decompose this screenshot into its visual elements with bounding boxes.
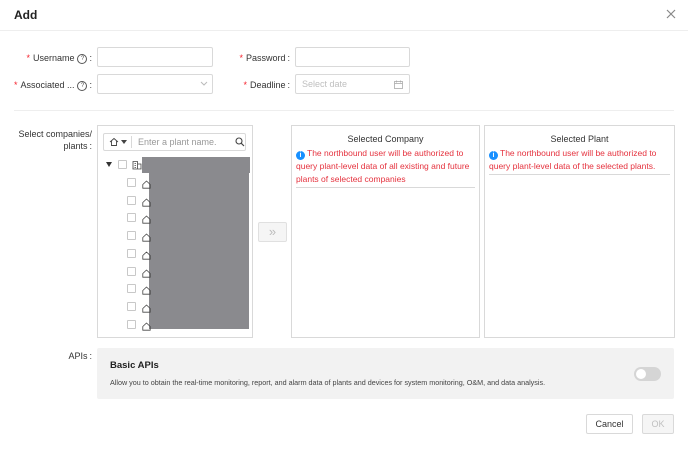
form-divider <box>14 110 674 111</box>
deadline-label-group: * Deadline: <box>243 80 290 90</box>
selected-company-title: Selected Company <box>347 134 424 144</box>
plant-search-box[interactable]: Enter a plant name. <box>103 133 246 151</box>
help-icon[interactable]: ? <box>77 80 88 91</box>
tree-plant-checkbox[interactable] <box>127 178 136 187</box>
associated-label-group: * Associated ...?: <box>13 80 92 91</box>
transfer-right-button[interactable]: » <box>258 222 287 242</box>
panel-divider <box>296 187 475 188</box>
tree-expand-icon[interactable] <box>106 162 112 167</box>
plant-icon <box>142 268 151 278</box>
info-icon: i <box>296 151 305 160</box>
toggle-knob <box>636 369 646 379</box>
help-icon[interactable]: ? <box>77 53 88 64</box>
selected-company-panel: Selected Company i The northbound user wi… <box>291 125 480 338</box>
home-icon[interactable] <box>109 137 119 147</box>
header-divider <box>0 30 688 31</box>
plant-icon <box>142 180 151 189</box>
cancel-button[interactable]: Cancel <box>586 414 633 434</box>
plant-icon <box>142 251 151 260</box>
plant-icon <box>142 215 151 224</box>
tree-root-checkbox[interactable] <box>118 160 127 169</box>
selected-plant-panel: Selected Plant i The northbound user will… <box>484 125 675 338</box>
tree-plant-checkbox[interactable] <box>127 231 136 241</box>
username-label: Username <box>32 53 75 63</box>
password-label: Password <box>245 53 286 63</box>
tree-plant-checkbox[interactable] <box>127 266 136 276</box>
username-field[interactable] <box>97 47 213 67</box>
plant-icon <box>142 286 151 295</box>
deadline-label: Deadline <box>249 80 286 90</box>
tree-plant-checkbox[interactable] <box>127 213 136 223</box>
chevron-down-icon <box>200 81 208 86</box>
required-mark: * <box>243 80 247 90</box>
username-label-group: * Username?: <box>26 53 92 64</box>
dialog-title: Add <box>14 8 38 22</box>
basic-apis-card: Basic APIs Allow you to obtain the real-… <box>97 348 674 399</box>
tree-plant-checkbox[interactable] <box>127 284 136 294</box>
password-label-group: * Password: <box>239 53 290 63</box>
plant-icon <box>142 233 151 242</box>
deadline-placeholder: Select date <box>302 79 348 89</box>
ok-button[interactable]: OK <box>642 414 674 434</box>
selected-company-message: i The northbound user will be authorized … <box>296 148 470 184</box>
search-icon[interactable] <box>235 137 245 147</box>
plant-tree-panel: Enter a plant name. <box>97 125 253 338</box>
select-label-line2: plants: <box>63 141 92 151</box>
panel-divider <box>489 174 670 175</box>
plant-icon <box>142 198 151 207</box>
tree-plant-checkbox[interactable] <box>127 195 136 205</box>
tree-plant-checkbox[interactable] <box>127 319 136 329</box>
associated-label: Associated ... <box>20 80 75 90</box>
tree-plant-checkbox[interactable] <box>127 248 136 258</box>
selected-plant-message: i The northbound user will be authorized … <box>489 148 657 171</box>
select-label: Select companies/ plants: <box>10 128 92 152</box>
deadline-date-picker[interactable]: Select date <box>295 74 410 94</box>
masked-company-name <box>142 157 250 173</box>
apis-label: APIs: <box>68 351 92 361</box>
select-label-line1: Select companies/ <box>18 129 92 139</box>
plant-search-placeholder: Enter a plant name. <box>138 137 217 147</box>
password-field[interactable] <box>295 47 410 67</box>
tree-plant-checkbox[interactable] <box>127 301 136 311</box>
company-icon <box>132 161 142 170</box>
required-mark: * <box>26 53 30 63</box>
caret-down-icon[interactable] <box>121 140 127 144</box>
basic-apis-toggle[interactable] <box>634 367 661 381</box>
plant-icon <box>142 304 151 313</box>
basic-apis-description: Allow you to obtain the real-time monito… <box>110 378 546 387</box>
close-icon[interactable] <box>664 7 678 21</box>
basic-apis-title: Basic APIs <box>110 360 159 371</box>
required-mark: * <box>239 53 243 63</box>
selected-plant-title: Selected Plant <box>550 134 609 144</box>
info-icon: i <box>489 151 498 160</box>
calendar-icon <box>394 80 403 89</box>
required-mark: * <box>13 80 18 90</box>
plant-icon <box>142 322 151 331</box>
masked-plant-names <box>149 173 249 329</box>
associated-select[interactable] <box>97 74 213 94</box>
